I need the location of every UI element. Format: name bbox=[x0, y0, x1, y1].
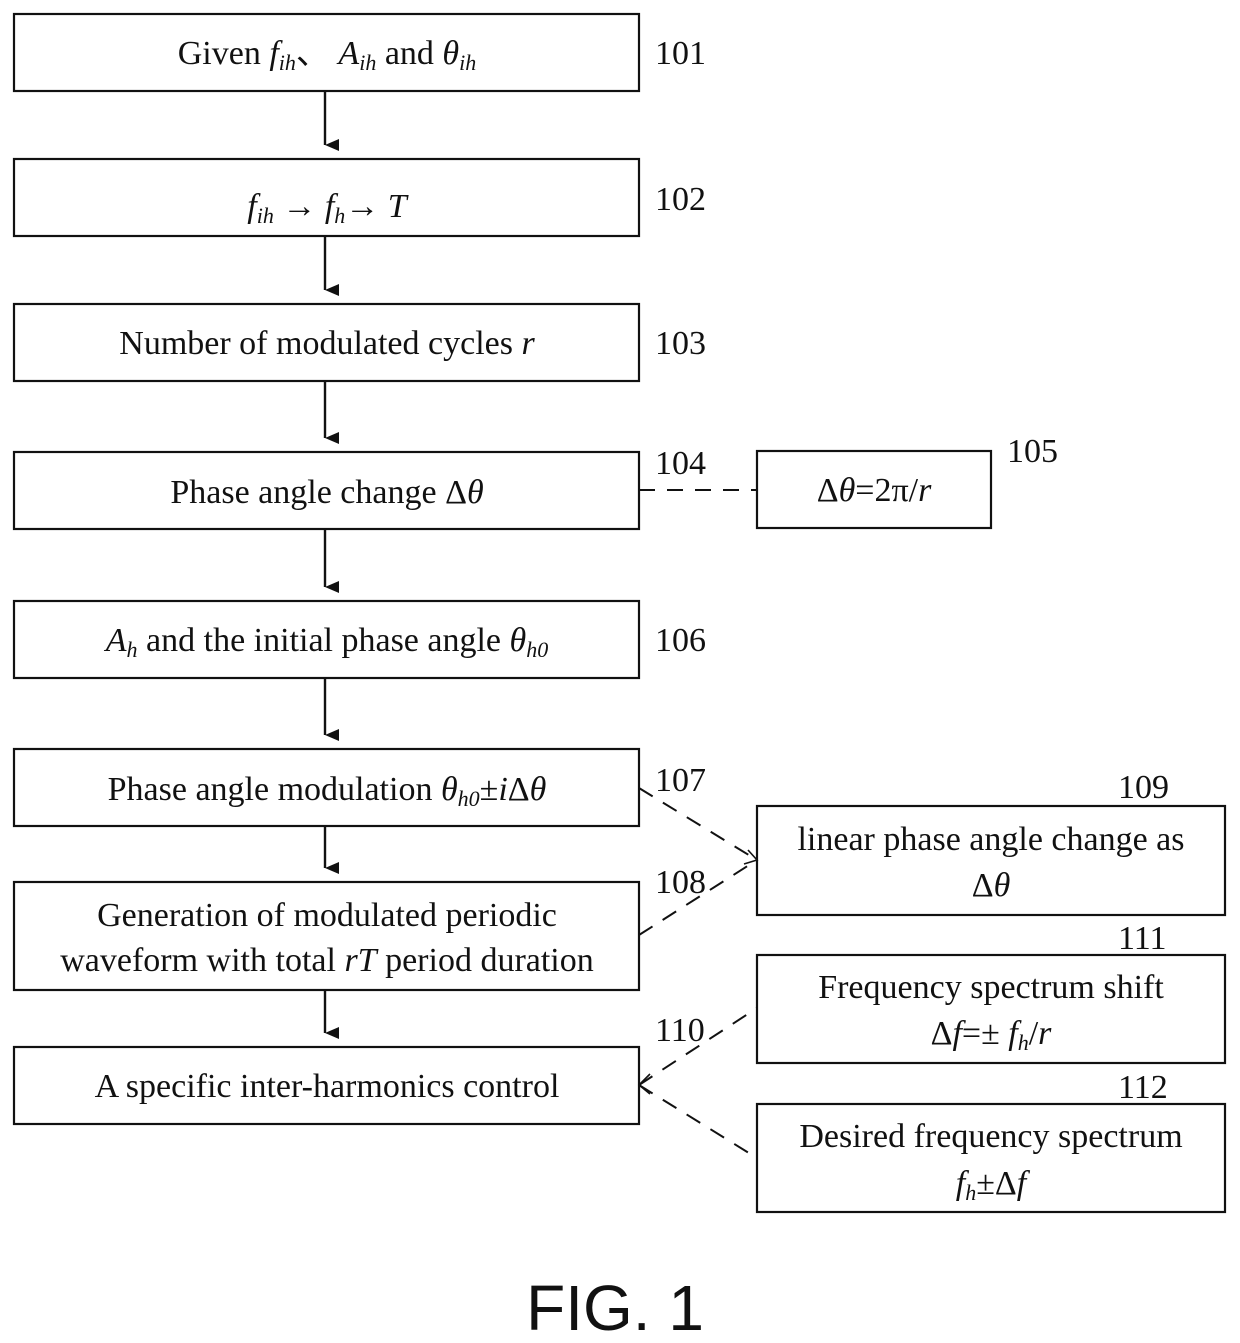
step-110: A specific inter-harmonics control 110 bbox=[12, 1012, 705, 1126]
ref-112: 112 bbox=[1118, 1069, 1168, 1106]
ref-106: 106 bbox=[655, 622, 706, 659]
ref-110: 110 bbox=[655, 1012, 705, 1049]
step-101: Given fih、 Aih and θih 101 bbox=[12, 12, 706, 93]
ref-108: 108 bbox=[655, 864, 706, 901]
step-106-label: Ah and the initial phase angle θh0 bbox=[104, 622, 548, 662]
step-111: Frequency spectrum shift Δf=± fh/r 111 bbox=[755, 920, 1227, 1065]
step-109-line1: linear phase angle change as bbox=[797, 821, 1184, 858]
step-104: Phase angle change Δθ 104 bbox=[12, 445, 706, 531]
step-107: Phase angle modulation θh0±iΔθ 107 bbox=[12, 747, 706, 828]
step-105: Δθ=2π/r 105 bbox=[755, 433, 1058, 530]
step-103-label: Number of modulated cycles r bbox=[119, 325, 535, 362]
ref-105: 105 bbox=[1007, 433, 1058, 470]
ref-101: 101 bbox=[655, 35, 706, 72]
ref-109: 109 bbox=[1118, 769, 1169, 806]
step-107-label: Phase angle modulation θh0±iΔθ bbox=[108, 771, 547, 811]
dashed-link-110-112 bbox=[638, 1084, 758, 1159]
step-109: linear phase angle change as Δθ 109 bbox=[755, 769, 1227, 917]
step-101-label: Given fih、 Aih and θih bbox=[178, 35, 477, 75]
step-111-line1: Frequency spectrum shift bbox=[818, 969, 1164, 1006]
ref-107: 107 bbox=[655, 762, 706, 799]
step-112-line1: Desired frequency spectrum bbox=[799, 1118, 1182, 1155]
ref-111: 111 bbox=[1118, 920, 1166, 957]
step-104-label: Phase angle change Δθ bbox=[170, 474, 483, 511]
step-110-label: A specific inter-harmonics control bbox=[95, 1068, 560, 1105]
step-108: Generation of modulated periodic wavefor… bbox=[12, 864, 706, 992]
step-112: Desired frequency spectrum fh±Δf 112 bbox=[755, 1069, 1227, 1214]
ref-103: 103 bbox=[655, 325, 706, 362]
step-103: Number of modulated cycles r 103 bbox=[12, 302, 706, 383]
step-106: Ah and the initial phase angle θh0 106 bbox=[12, 599, 706, 680]
step-109-line2: Δθ bbox=[972, 867, 1011, 904]
ref-102: 102 bbox=[655, 181, 706, 218]
step-108-line2: waveform with total rT period duration bbox=[60, 942, 594, 979]
figure-caption: FIG. 1 bbox=[526, 1272, 704, 1343]
flowchart-diagram: Given fih、 Aih and θih 101 fih → fh→ T 1… bbox=[12, 12, 1227, 1343]
ref-104: 104 bbox=[655, 445, 706, 482]
step-102: fih → fh→ T 102 bbox=[12, 157, 706, 238]
step-111-line2: Δf=± fh/r bbox=[931, 1015, 1053, 1055]
step-108-line1: Generation of modulated periodic bbox=[97, 897, 557, 934]
step-105-label: Δθ=2π/r bbox=[817, 472, 932, 509]
